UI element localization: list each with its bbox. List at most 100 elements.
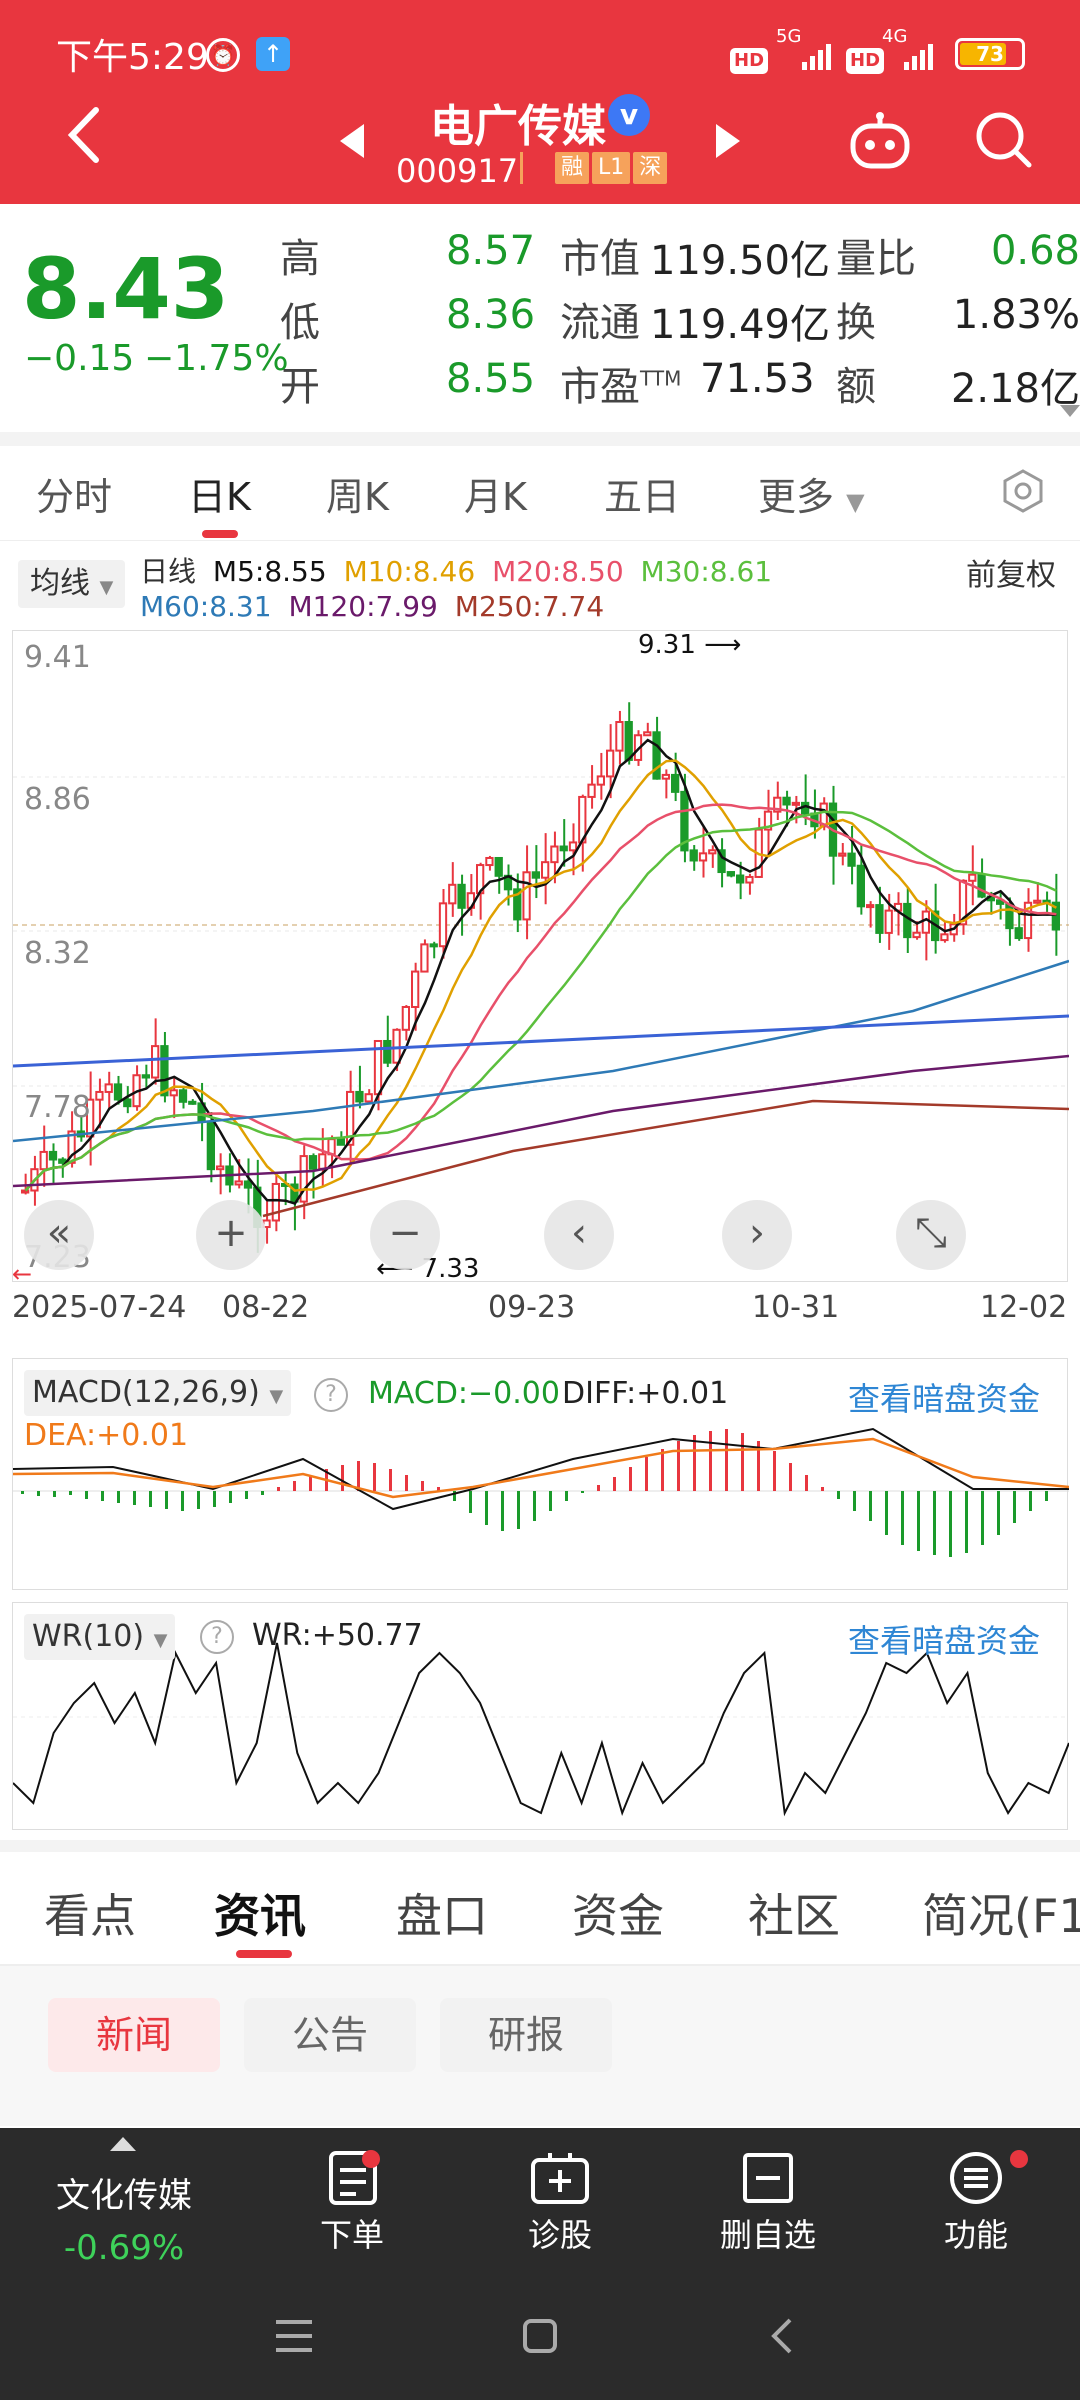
tab-community[interactable]: 社区 (748, 1880, 840, 1946)
ma5-value: M5:8.55 (212, 555, 327, 588)
ma120-value: M120:7.99 (288, 590, 438, 623)
ma30-value: M30:8.61 (640, 555, 773, 588)
date-label-3: 09-23 (488, 1290, 576, 1325)
home-icon[interactable] (522, 2318, 558, 2358)
volume-ratio-value: 0.68 (990, 228, 1080, 274)
wr-select[interactable]: WR(10) ▼ (24, 1614, 176, 1660)
tab-news[interactable]: 资讯 (214, 1880, 306, 1946)
tab-intraday[interactable]: 分时 (36, 466, 112, 521)
tag-margin: 融 (555, 152, 590, 184)
tab-profile[interactable]: 简况(F10 (922, 1880, 1080, 1946)
tab-highlights[interactable]: 看点 (44, 1880, 136, 1946)
daily-label: 日线 (140, 555, 197, 588)
nav-remove-watchlist[interactable]: 删自选 (688, 2210, 848, 2256)
ma20-value: M20:8.50 (492, 555, 624, 588)
macd-select[interactable]: MACD(12,26,9) ▼ (24, 1370, 292, 1416)
ma-legend-row1: 日线 M5:8.55 M10:8.46 M20:8.50 M30:8.61 (140, 550, 772, 590)
order-notification-dot (362, 2150, 380, 2168)
pe-value: 71.53 (700, 356, 815, 402)
remove-watchlist-icon[interactable] (742, 2152, 794, 2208)
hd-icon: HD (730, 34, 769, 75)
adjust-mode[interactable]: 前复权 (966, 550, 1056, 594)
sector-name[interactable]: 文化传媒 (44, 2168, 204, 2217)
divider (0, 432, 1080, 446)
axis-label-1: 9.41 (24, 640, 91, 675)
zoom-out-button[interactable]: − (370, 1200, 440, 1270)
amount-label: 额 (836, 364, 876, 410)
float-value: 119.49亿 (650, 302, 830, 348)
open-value: 8.55 (446, 356, 536, 402)
expand-arrow-icon[interactable] (1060, 402, 1080, 421)
chevron-down-icon: ▼ (269, 1386, 284, 1407)
high-value: 8.57 (446, 228, 536, 274)
low-value: 8.36 (446, 292, 536, 338)
verified-icon: v (608, 94, 650, 136)
fullscreen-button[interactable]: ⤡ (896, 1200, 966, 1270)
robot-icon[interactable] (848, 112, 912, 176)
nav-functions[interactable]: 功能 (896, 2210, 1056, 2256)
caret-up-icon (110, 2136, 136, 2155)
scroll-right-button[interactable]: › (722, 1200, 792, 1270)
float-label: 流通 (560, 300, 640, 346)
low-label: 低 (280, 300, 320, 346)
tab-order-book[interactable]: 盘口 (396, 1880, 488, 1946)
pill-research[interactable]: 研报 (440, 1998, 612, 2072)
stock-code: 000917 (396, 152, 519, 190)
zoom-in-button[interactable]: + (196, 1200, 266, 1270)
mcap-value: 119.50亿 (650, 238, 830, 284)
scroll-left-button[interactable]: ‹ (544, 1200, 614, 1270)
rewind-button[interactable]: « (24, 1200, 94, 1270)
tag-level: L1 (592, 152, 631, 184)
pill-announcement[interactable]: 公告 (244, 1998, 416, 2072)
volume-ratio-label: 量比 (836, 236, 916, 282)
tab-five-day[interactable]: 五日 (604, 466, 680, 521)
price-change-pct: −1.75% (144, 338, 289, 379)
amount-value: 2.18亿 (950, 366, 1080, 412)
signal-icon-2 (884, 30, 936, 79)
help-icon[interactable]: ? (200, 1620, 234, 1654)
left-edge-arrow-icon: ← (12, 1260, 33, 1288)
function-icon[interactable] (948, 2150, 1004, 2210)
diagnose-icon[interactable] (530, 2150, 590, 2210)
turnover-value: 1.83% (952, 292, 1080, 338)
indicator-select[interactable]: 均线 ▼ (18, 560, 126, 608)
top-header: 下午5:29 ⏰ ↑ HD 5G HD 4G 73 电广传媒 v 000917 … (0, 0, 1080, 204)
ma60-value: M60:8.31 (140, 590, 272, 623)
macd-dark-pool-link[interactable]: 查看暗盘资金 (848, 1374, 1040, 1420)
axis-label-3: 8.32 (24, 936, 91, 971)
hd-icon-2: HD (846, 34, 885, 75)
pill-news[interactable]: 新闻 (48, 1998, 220, 2072)
chevron-down-icon: ▼ (846, 488, 865, 516)
kline-svg (12, 702, 1070, 1253)
kline-chart[interactable] (12, 630, 1070, 1282)
nav-diagnose[interactable]: 诊股 (480, 2210, 640, 2256)
tab-more[interactable]: 更多 ▼ (758, 466, 865, 521)
tab-weekly-k[interactable]: 周K (326, 466, 389, 521)
tab-daily-k[interactable]: 日K (188, 466, 251, 521)
wr-value: WR:+50.77 (252, 1618, 423, 1653)
axis-label-4: 7.78 (24, 1090, 91, 1125)
prev-stock-button[interactable] (340, 124, 366, 162)
bottom-tab-indicator (236, 1950, 292, 1958)
system-back-icon[interactable] (770, 2316, 794, 2360)
wr-dark-pool-link[interactable]: 查看暗盘资金 (848, 1616, 1040, 1662)
tab-capital[interactable]: 资金 (572, 1880, 664, 1946)
tab-monthly-k[interactable]: 月K (464, 466, 527, 521)
diff-value: DIFF:+0.01 (562, 1376, 729, 1411)
settings-icon[interactable] (1000, 468, 1046, 518)
back-button[interactable] (60, 100, 110, 170)
turnover-label: 换 (836, 300, 876, 346)
high-label: 高 (280, 236, 320, 282)
search-icon[interactable] (974, 110, 1034, 174)
dea-value: DEA:+0.01 (24, 1418, 189, 1453)
tag-exchange: 深 (633, 152, 668, 184)
function-notification-dot (1010, 2150, 1028, 2168)
help-icon[interactable]: ? (314, 1378, 348, 1412)
pe-label: 市盈TTM (560, 364, 682, 410)
recent-apps-icon[interactable] (274, 2318, 314, 2358)
signal-icon (776, 30, 834, 79)
macd-value: MACD:−0.00 (368, 1376, 560, 1411)
next-stock-button[interactable] (714, 124, 740, 162)
chevron-down-icon: ▼ (99, 577, 114, 598)
nav-order[interactable]: 下单 (272, 2210, 432, 2256)
